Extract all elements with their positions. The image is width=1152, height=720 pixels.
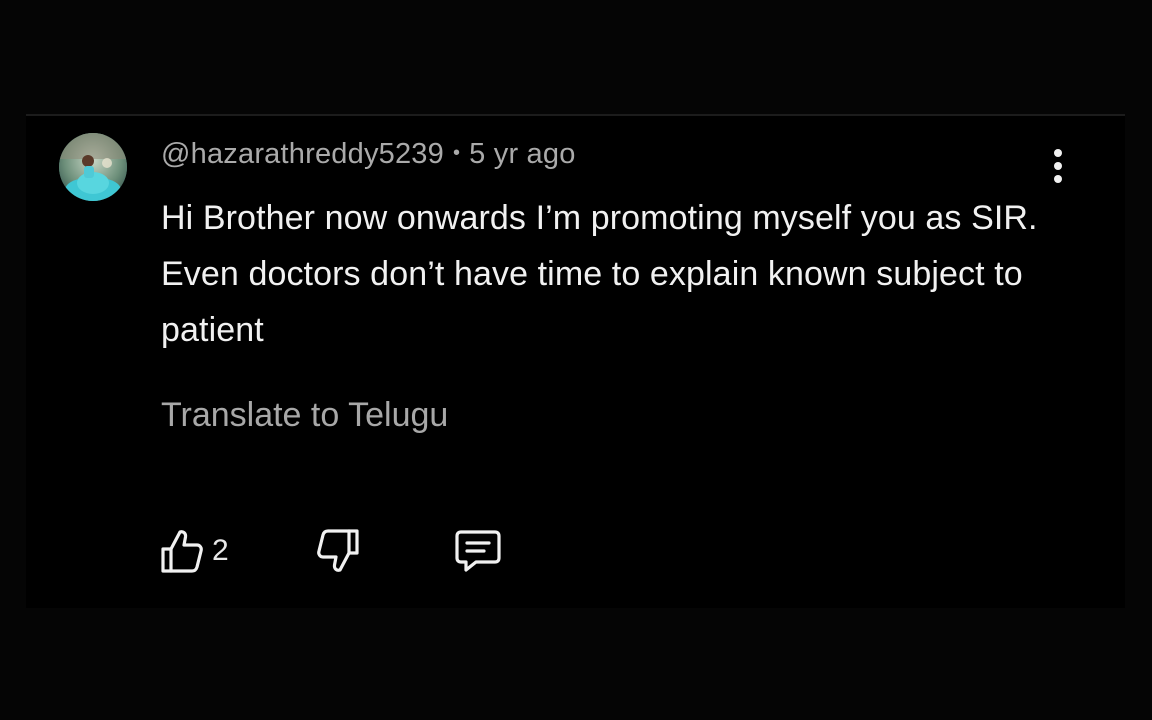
like-button[interactable]: 2 (160, 526, 229, 576)
thumbs-down-icon (317, 529, 359, 572)
comment-meta: @hazarathreddy5239 • 5 yr ago (161, 138, 576, 171)
page: @hazarathreddy5239 • 5 yr ago Hi Brother n… (0, 0, 1152, 720)
comment-reply-icon (455, 530, 501, 572)
comment-card: @hazarathreddy5239 • 5 yr ago Hi Brother n… (26, 114, 1125, 608)
translate-button[interactable]: Translate to Telugu (161, 396, 448, 435)
more-options-button[interactable] (1038, 144, 1078, 188)
thumbs-up-icon (161, 530, 203, 573)
like-count: 2 (212, 534, 229, 567)
comment-text: Hi Brother now onwards I’m promoting mys… (161, 199, 1038, 349)
author-handle[interactable]: @hazarathreddy5239 (161, 138, 444, 170)
dislike-button[interactable] (316, 526, 360, 576)
avatar[interactable] (59, 133, 127, 201)
avatar-image (59, 133, 127, 201)
comment-timestamp: 5 yr ago (469, 138, 576, 170)
reply-button[interactable] (454, 526, 502, 576)
meta-separator: • (452, 142, 461, 164)
more-vertical-icon (1054, 149, 1062, 183)
